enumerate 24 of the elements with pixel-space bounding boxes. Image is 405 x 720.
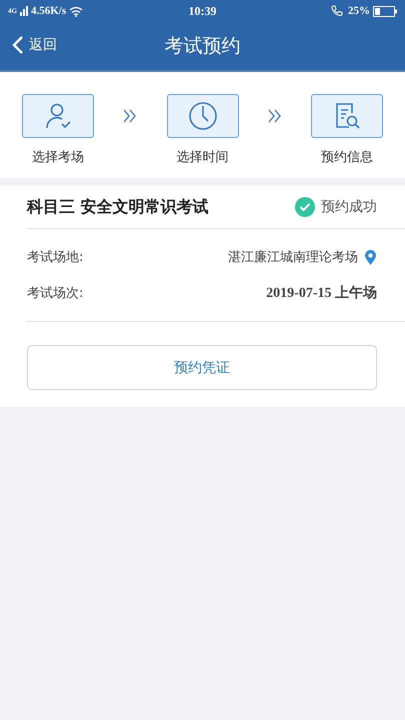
detail-value: 2019-07-15 上午场 <box>266 284 377 302</box>
back-button[interactable]: 返回 <box>12 36 57 54</box>
detail-label: 考试场次: <box>27 285 84 302</box>
clock-icon <box>188 101 218 131</box>
check-circle-icon <box>295 197 315 217</box>
network-speed: 4.56K/s <box>30 5 66 17</box>
signal-icon <box>20 6 28 16</box>
location-pin-icon <box>364 248 377 266</box>
page-title: 考试预约 <box>164 34 240 59</box>
double-chevron-icon <box>123 109 138 123</box>
battery-percent: 25% <box>348 5 370 17</box>
user-check-icon <box>44 102 72 130</box>
battery-icon <box>373 6 397 16</box>
detail-value: 湛江廉江城南理论考场 <box>228 249 358 266</box>
status-text: 预约成功 <box>321 198 377 216</box>
document-search-icon <box>333 102 361 130</box>
back-chevron-icon <box>12 36 24 54</box>
certificate-button[interactable]: 预约凭证 <box>27 345 377 390</box>
wifi-icon <box>69 6 84 16</box>
clock-time: 10:39 <box>188 4 216 18</box>
exam-title: 科目三 安全文明常识考试 <box>27 196 209 218</box>
double-chevron-icon <box>268 109 282 123</box>
detail-label: 考试场地: <box>27 249 84 266</box>
phone-icon <box>331 5 345 17</box>
